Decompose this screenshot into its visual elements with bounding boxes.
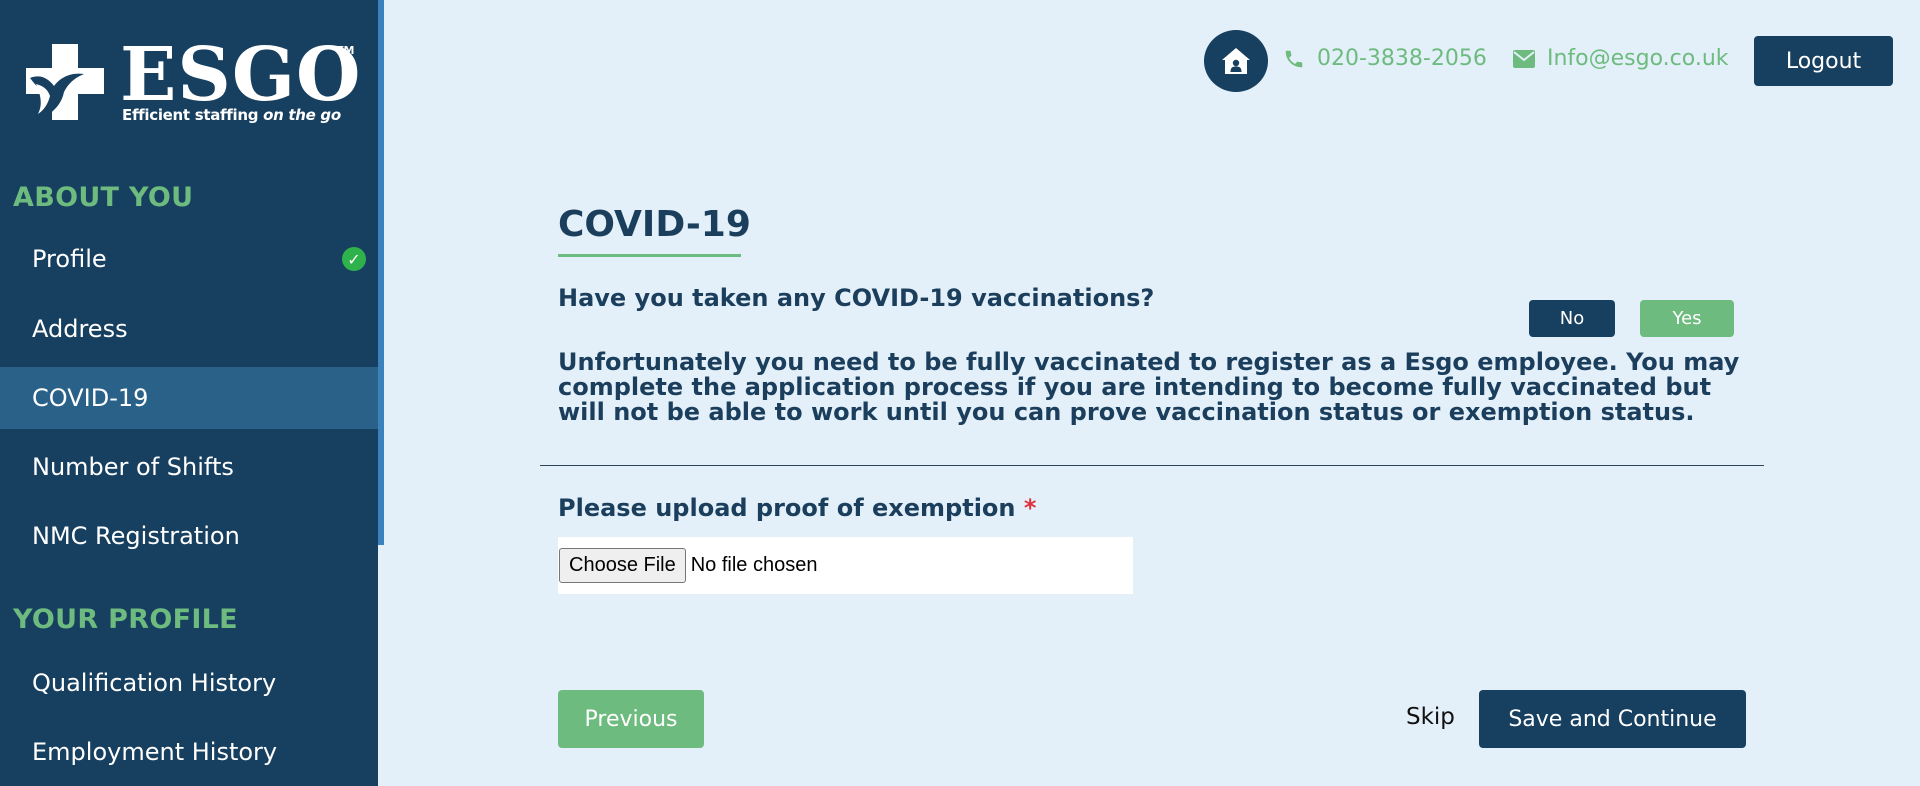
section-title-your-profile: YOUR PROFILE bbox=[13, 604, 238, 635]
section-title-about-you: ABOUT YOU bbox=[13, 182, 194, 213]
sidebar-scrollbar[interactable] bbox=[378, 0, 384, 545]
sidebar-item-label: Qualification History bbox=[32, 669, 277, 697]
skip-link[interactable]: Skip bbox=[1406, 704, 1455, 730]
sidebar-item-label: COVID-19 bbox=[32, 384, 149, 412]
sidebar-item-nmc-registration[interactable]: NMC Registration bbox=[0, 505, 378, 567]
yes-button[interactable]: Yes bbox=[1640, 300, 1734, 337]
phone-number: 020-3838-2056 bbox=[1317, 46, 1487, 71]
sidebar-item-label: Number of Shifts bbox=[32, 453, 234, 481]
sidebar: ESGO TM Efficient staffing on the go ABO… bbox=[0, 0, 378, 786]
required-marker: * bbox=[1023, 494, 1037, 522]
sidebar-item-label: Profile bbox=[32, 245, 107, 273]
no-button[interactable]: No bbox=[1529, 300, 1615, 337]
sidebar-item-label: NMC Registration bbox=[32, 522, 240, 550]
vaccination-notice: Unfortunately you need to be fully vacci… bbox=[558, 348, 1740, 426]
logo-wordmark: ESGO bbox=[120, 32, 362, 118]
upload-label: Please upload proof of exemption * bbox=[558, 494, 1036, 522]
phone-contact[interactable]: 020-3838-2056 bbox=[1283, 46, 1487, 71]
save-and-continue-button[interactable]: Save and Continue bbox=[1479, 690, 1746, 748]
logo-cross-dove-icon bbox=[26, 44, 104, 120]
trademark-mark: TM bbox=[336, 44, 355, 57]
sidebar-item-profile[interactable]: Profile ✓ bbox=[0, 228, 378, 290]
email-contact[interactable]: Info@esgo.co.uk bbox=[1513, 46, 1729, 71]
envelope-icon bbox=[1513, 49, 1535, 68]
sidebar-item-qualification-history[interactable]: Qualification History bbox=[0, 652, 378, 714]
email-address: Info@esgo.co.uk bbox=[1547, 46, 1729, 71]
choose-file-button[interactable]: Choose File bbox=[559, 548, 686, 583]
sidebar-item-number-of-shifts[interactable]: Number of Shifts bbox=[0, 436, 378, 498]
logout-button[interactable]: Logout bbox=[1754, 36, 1893, 86]
sidebar-item-covid-19[interactable]: COVID-19 bbox=[0, 367, 378, 429]
file-upload-field[interactable]: Choose File No file chosen bbox=[558, 537, 1133, 594]
esgo-logo[interactable]: ESGO TM Efficient staffing on the go bbox=[26, 38, 361, 134]
section-divider bbox=[540, 465, 1764, 466]
sidebar-item-address[interactable]: Address bbox=[0, 298, 378, 360]
previous-button[interactable]: Previous bbox=[558, 690, 704, 748]
page-title: COVID-19 bbox=[558, 204, 751, 245]
upload-label-text: Please upload proof of exemption bbox=[558, 494, 1016, 522]
phone-icon bbox=[1285, 50, 1303, 67]
home-button[interactable] bbox=[1204, 30, 1268, 92]
logo-tagline: Efficient staffing on the go bbox=[122, 106, 341, 124]
sidebar-item-label: Address bbox=[32, 315, 128, 343]
vaccination-question: Have you taken any COVID-19 vaccinations… bbox=[558, 284, 1155, 312]
home-icon bbox=[1222, 48, 1250, 74]
completed-check-icon: ✓ bbox=[342, 247, 366, 271]
file-status: No file chosen bbox=[690, 554, 818, 576]
title-underline bbox=[558, 254, 741, 257]
sidebar-item-employment-history[interactable]: Employment History bbox=[0, 721, 378, 783]
sidebar-item-label: Employment History bbox=[32, 738, 278, 766]
